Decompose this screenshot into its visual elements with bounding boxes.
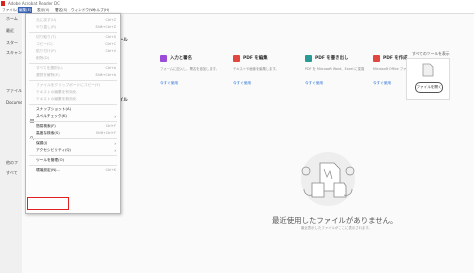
edit-menu-item-label: ファイルをクリップボードにコピー(Y) <box>36 83 101 87</box>
menu-separator <box>29 32 117 33</box>
edit-menu-item[interactable]: 高度な検索(S) Shift+Ctrl+F <box>26 130 120 137</box>
edit-menu-item-label: コピー(C) <box>36 42 53 46</box>
left-item-scans[interactable]: スキャン <box>6 50 22 56</box>
snapshot-icon <box>30 108 34 123</box>
acrobat-app-icon <box>1 1 5 6</box>
edit-menu-item-shortcut: Shift+Ctrl+A <box>95 73 116 77</box>
tool-card-desc: PDF を Microsoft Word、Excel に変換 <box>305 67 365 71</box>
menu-separator <box>29 104 117 105</box>
edit-menu-dropdown: 元に戻す(U) Ctrl+Z やり直し(R) Shift+Ctrl+Z 切り取り(T) C… <box>25 13 121 214</box>
submenu-arrow-icon: › <box>114 148 116 153</box>
export-pdf-icon <box>305 55 312 62</box>
edit-menu-item-label: 保護(J) <box>36 141 48 145</box>
use-now-link[interactable]: 今すぐ使用 <box>233 81 251 86</box>
left-item-other[interactable]: 他のフ <box>6 160 18 166</box>
edit-menu-item-shortcut: Ctrl+F <box>105 124 116 128</box>
left-item-starred[interactable]: スター <box>6 40 18 46</box>
left-item-recent[interactable]: 最近 <box>6 28 14 34</box>
create-pdf-icon <box>373 55 380 62</box>
submenu-arrow-icon: › <box>114 114 116 119</box>
tool-card-title: 入力と署名 <box>170 56 192 61</box>
left-item-files: ファイル <box>6 88 22 93</box>
left-item-all[interactable]: すべて <box>6 170 18 176</box>
edit-menu-item[interactable]: ファイルをクリップボードにコピー(Y) <box>26 82 120 89</box>
edit-menu-item[interactable]: やり直し(R) Shift+Ctrl+Z <box>26 24 120 31</box>
tool-card-title: PDF を編集 <box>243 56 268 61</box>
edit-menu-item-label: 切り取り(T) <box>36 35 56 39</box>
tool-card-desc: テキストや画像を編集します。 <box>233 67 279 71</box>
edit-menu-item[interactable]: すべてを選択(L) Ctrl+A <box>26 65 120 72</box>
all-tools-link[interactable]: すべてのツールを表示 <box>412 51 450 57</box>
edit-menu-item[interactable]: 選択を解除(E) Shift+Ctrl+A <box>26 72 120 79</box>
menu-separator <box>29 121 117 122</box>
edit-menu-item[interactable]: コピー(C) Ctrl+C <box>26 41 120 48</box>
edit-menu-item-label: 選択を解除(E) <box>36 73 60 77</box>
tool-card-title: PDF を作成 <box>383 56 408 61</box>
tool-card-fill-sign[interactable]: 入力と署名 フォームに記入し、署名を追加します。 今すぐ使用 <box>160 53 230 95</box>
edit-menu-item-label: 元に戻す(U) <box>36 18 57 22</box>
edit-menu-item[interactable]: スナップショット(A) <box>26 106 120 123</box>
edit-menu-item[interactable]: ツールを管理(O) <box>26 157 120 164</box>
edit-menu-item-label: 貼り付け(P) <box>36 49 56 53</box>
tool-card-title: PDF を書き出し <box>315 56 349 61</box>
preferences-highlight <box>27 197 69 210</box>
edit-menu-item-label: やり直し(R) <box>36 25 57 29</box>
tool-card-edit-pdf[interactable]: PDF を編集 テキストや画像を編集します。 今すぐ使用 <box>233 53 303 95</box>
edit-menu-item-shortcut: Ctrl+C <box>105 42 116 46</box>
edit-menu-item-label: アクセシビリティ(Q) <box>36 148 71 152</box>
menu-separator <box>29 155 117 156</box>
edit-menu-item[interactable]: 環境設定(N)... Ctrl+K <box>26 167 120 174</box>
edit-menu-item-shortcut: Shift+Ctrl+Z <box>95 25 116 29</box>
edit-menu-item-shortcut: Ctrl+V <box>105 49 116 53</box>
edit-menu-item-label: 簡易検索(F) <box>36 124 56 128</box>
submenu-arrow-icon: › <box>114 141 116 146</box>
edit-menu-item[interactable]: 削除(D) <box>26 55 120 62</box>
edit-pdf-icon <box>233 55 240 62</box>
use-now-link[interactable]: 今すぐ使用 <box>160 81 178 86</box>
edit-menu-item-label: 環境設定(N)... <box>36 168 60 172</box>
edit-menu-item[interactable]: 貼り付け(P) Ctrl+V <box>26 48 120 55</box>
edit-menu-item-label: すべてを選択(L) <box>36 66 63 70</box>
edit-menu-item[interactable]: 切り取り(T) Ctrl+X <box>26 34 120 41</box>
edit-menu-item[interactable]: スペルチェック(K) › <box>26 113 120 120</box>
left-pane: ホーム 最近 スター スキャン ファイル Document 他のフ すべて <box>0 14 27 273</box>
menu-separator <box>29 165 117 166</box>
edit-menu-item-shortcut: Ctrl+X <box>105 35 116 39</box>
edit-menu-item-label: テキストの編集を無効化 <box>36 97 77 101</box>
document-icon <box>422 63 434 77</box>
tool-card-desc: フォームに記入し、署名を追加します。 <box>160 67 219 71</box>
edit-menu-item-label: ツールを管理(O) <box>36 158 64 162</box>
fill-sign-icon <box>160 55 167 62</box>
edit-menu-item-label: スペルチェック(K) <box>36 114 67 118</box>
empty-files-illustration <box>301 152 355 206</box>
menu-separator <box>29 138 117 139</box>
edit-menu-item[interactable]: テキストの編集を有効化 <box>26 89 120 96</box>
use-now-link[interactable]: 今すぐ使用 <box>305 81 323 86</box>
left-item-home[interactable]: ホーム <box>6 16 18 22</box>
edit-menu-item-shortcut: Ctrl+Z <box>105 18 116 22</box>
menu-separator <box>29 63 117 64</box>
empty-state-subtitle: 最近表示したファイルがここに表示されます。 <box>301 226 372 230</box>
edit-menu-item[interactable]: 保護(J) › <box>26 140 120 147</box>
edit-menu-item[interactable]: テキストの編集を無効化 <box>26 96 120 103</box>
edit-menu-item-label: 高度な検索(S) <box>36 131 60 135</box>
open-file-card: ファイルを開く <box>406 58 450 100</box>
menu-separator <box>29 80 117 81</box>
edit-menu-item-label: スナップショット(A) <box>36 107 71 111</box>
edit-menu-item[interactable]: アクセシビリティ(Q) › <box>26 147 120 154</box>
use-now-link[interactable]: 今すぐ使用 <box>373 81 391 86</box>
search-icon <box>30 125 34 140</box>
tool-card-export-pdf[interactable]: PDF を書き出し PDF を Microsoft Word、Excel に変換… <box>305 53 375 95</box>
open-file-button[interactable]: ファイルを開く <box>415 82 443 93</box>
edit-menu-item-shortcut: Ctrl+A <box>105 66 116 70</box>
edit-menu-item[interactable]: 簡易検索(F) Ctrl+F <box>26 123 120 140</box>
edit-menu-item-shortcut: Shift+Ctrl+F <box>95 131 116 135</box>
edit-menu-item-label: テキストの編集を有効化 <box>36 90 77 94</box>
window-title: Adobe Acrobat Reader DC <box>8 1 60 6</box>
edit-menu-item-label: 削除(D) <box>36 56 50 60</box>
title-bar: Adobe Acrobat Reader DC <box>0 0 474 7</box>
edit-menu-item[interactable]: 元に戻す(U) Ctrl+Z <box>26 17 120 24</box>
edit-menu-item-shortcut: Ctrl+K <box>105 168 116 172</box>
